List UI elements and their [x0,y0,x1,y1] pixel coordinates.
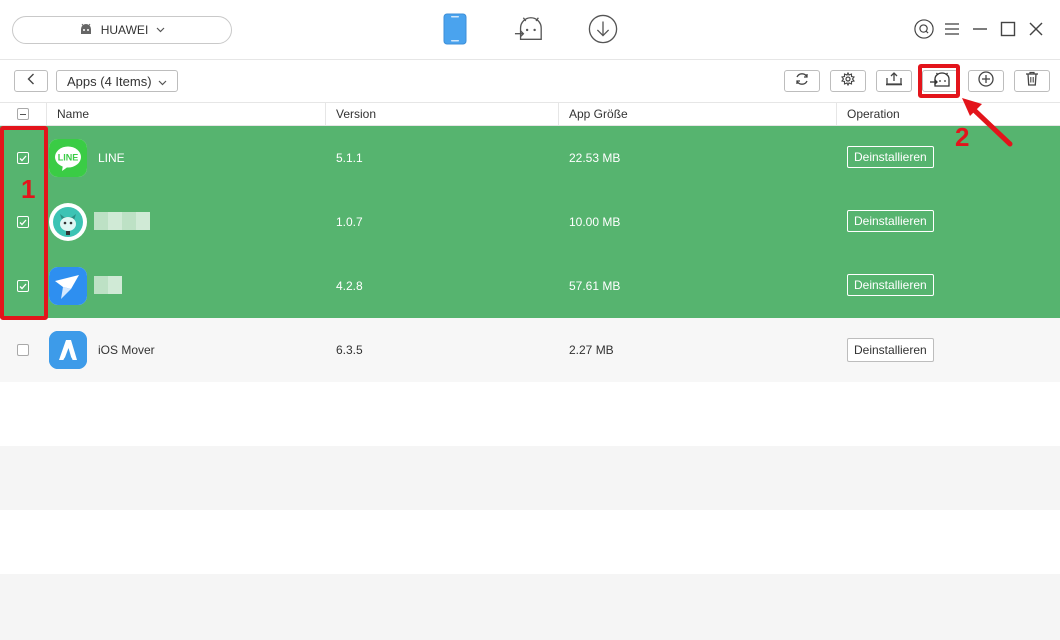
refresh-icon [794,72,810,91]
column-header-operation: Operation [836,103,1060,125]
app-version: 6.3.5 [336,343,363,357]
search-icon[interactable] [914,18,934,40]
app-name-redacted [94,276,122,294]
app-version: 5.1.1 [336,151,363,165]
line-app-icon: LINE [49,139,87,177]
refresh-button[interactable] [784,70,820,92]
close-icon[interactable] [1026,18,1046,40]
delete-icon [1025,71,1039,91]
column-header-name[interactable]: Name [46,103,325,125]
app-size: 10.00 MB [569,215,621,229]
empty-row [0,574,1060,640]
app-version: 4.2.8 [336,279,363,293]
table-row[interactable]: 4.2.8 57.61 MB Deinstallieren [0,254,1060,318]
empty-row [0,446,1060,510]
android-icon [79,23,93,38]
column-header-version[interactable]: Version [325,103,558,125]
device-name: HUAWEI [100,23,149,37]
annotation-box-checkboxes [0,126,48,320]
maximize-icon[interactable] [998,18,1018,40]
row-checkbox[interactable] [17,344,29,356]
uninstall-button[interactable]: Deinstallieren [847,338,934,362]
column-header-size[interactable]: App Größe [558,103,836,125]
cat-app-icon [49,203,87,241]
toolbar: Apps (4 Items) [0,60,1060,102]
minimize-icon[interactable] [970,18,990,40]
app-version: 1.0.7 [336,215,363,229]
chevron-down-icon [156,25,165,36]
uninstall-button[interactable]: Deinstallieren [847,146,934,168]
settings-icon [841,71,855,91]
back-icon [27,72,35,90]
annotation-arrow-icon [962,98,1013,147]
app-name: LINE [98,151,125,165]
table-row[interactable]: LINE LINE 5.1.1 22.53 MB Deinstallieren [0,126,1060,190]
uninstall-button[interactable]: Deinstallieren [847,210,934,232]
phone-icon[interactable] [440,12,470,46]
delete-button[interactable] [1014,70,1050,92]
app-size: 22.53 MB [569,151,621,165]
annotation-box-transfer [918,64,960,98]
window-controls [914,18,1046,40]
category-selector[interactable]: Apps (4 Items) [56,70,178,92]
android-transfer-icon[interactable] [514,12,544,46]
empty-row [0,382,1060,446]
title-bar: HUAWEI [0,0,1060,60]
app-window: HUAWEI Apps (4 Items) Name Version App G… [0,0,1060,640]
settings-button[interactable] [830,70,866,92]
svg-text:LINE: LINE [58,153,79,163]
app-name: iOS Mover [98,343,155,357]
app-name-redacted [94,212,150,230]
ios-mover-app-icon [49,331,87,369]
app-size: 57.61 MB [569,279,621,293]
download-icon[interactable] [588,12,618,46]
device-selector[interactable]: HUAWEI [12,16,232,44]
annotation-step-1: 1 [21,174,36,204]
add-button[interactable] [968,70,1004,92]
select-all-checkbox[interactable] [17,108,29,120]
category-label: Apps (4 Items) [67,73,152,89]
table-header: Name Version App Größe Operation [0,102,1060,126]
empty-row [0,510,1060,574]
add-icon [978,70,994,92]
export-to-computer-button[interactable] [876,70,912,92]
bird-app-icon [49,267,87,305]
table-row[interactable]: iOS Mover 6.3.5 2.27 MB Deinstallieren [0,318,1060,382]
uninstall-button[interactable]: Deinstallieren [847,274,934,296]
menu-icon[interactable] [942,18,962,40]
chevron-down-icon [158,74,167,89]
main-nav [440,12,618,46]
back-button[interactable] [14,70,48,92]
export-to-computer-icon [885,71,903,91]
app-size: 2.27 MB [569,343,614,357]
table-row[interactable]: 1.0.7 10.00 MB Deinstallieren [0,190,1060,254]
